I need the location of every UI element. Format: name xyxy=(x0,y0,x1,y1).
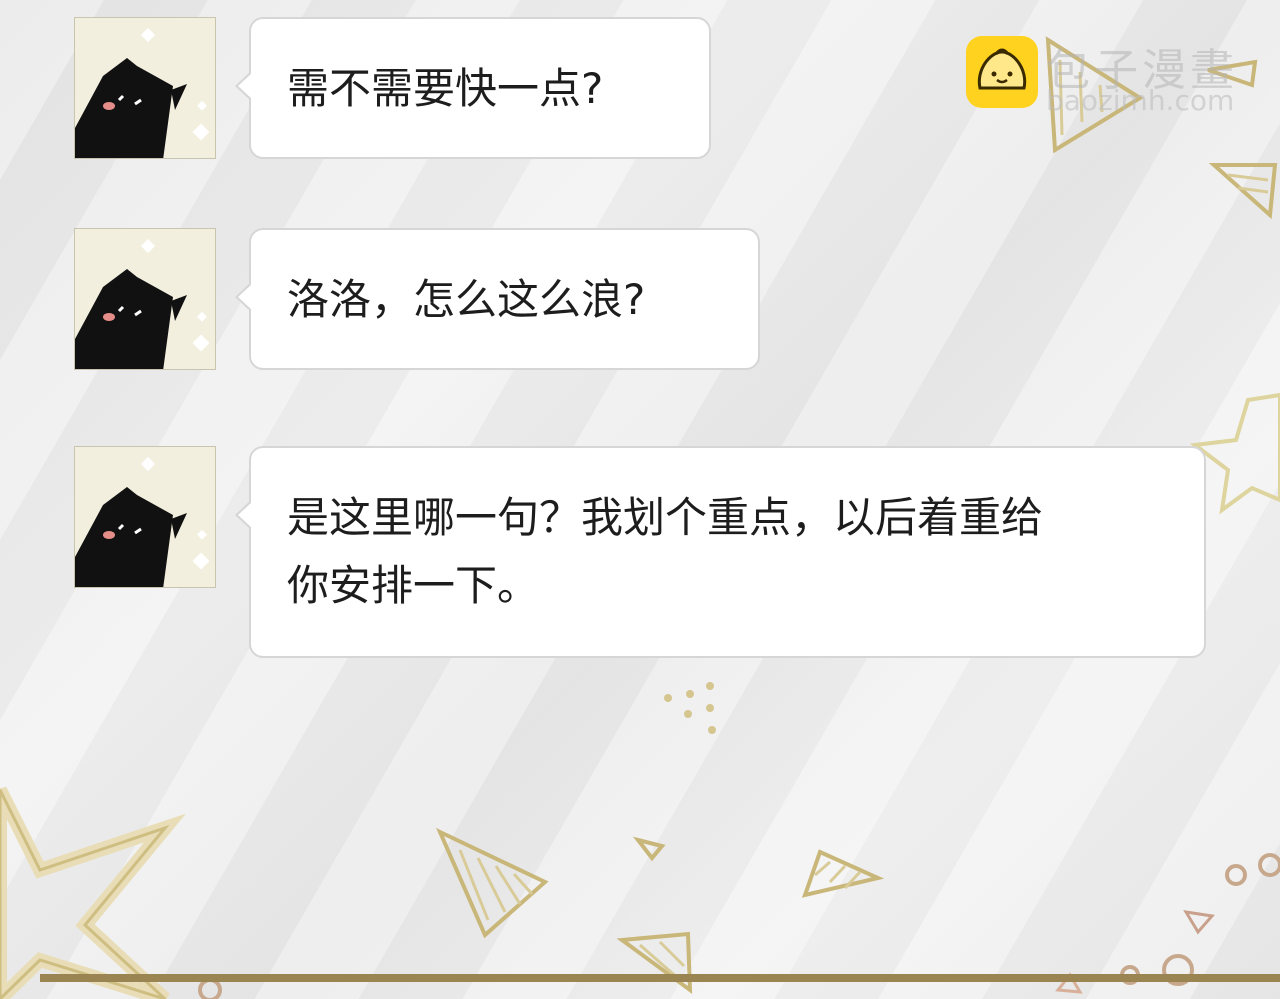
message-text-line: 你安排一下。 xyxy=(287,561,540,610)
message-bubble: 是这里哪一句？我划个重点，以后着重给 你安排一下。 xyxy=(235,446,1206,658)
watermark-url: baozimh.com xyxy=(1046,84,1235,117)
bottom-divider xyxy=(40,974,1280,982)
message-text-line: 是这里哪一句？我划个重点，以后着重给 xyxy=(287,493,1044,542)
star-icon xyxy=(0,786,186,999)
star-icon xyxy=(1189,392,1280,515)
cat-avatar-icon xyxy=(74,17,216,159)
message-text: 需不需要快一点? xyxy=(287,64,604,113)
message-text: 洛洛，怎么这么浪? xyxy=(287,275,646,324)
message-bubble: 洛洛，怎么这么浪? xyxy=(235,228,760,370)
cat-avatar-icon xyxy=(74,446,216,588)
baozi-logo-icon xyxy=(966,36,1038,108)
cat-avatar-icon xyxy=(74,228,216,370)
message-bubble: 需不需要快一点? xyxy=(235,17,711,159)
